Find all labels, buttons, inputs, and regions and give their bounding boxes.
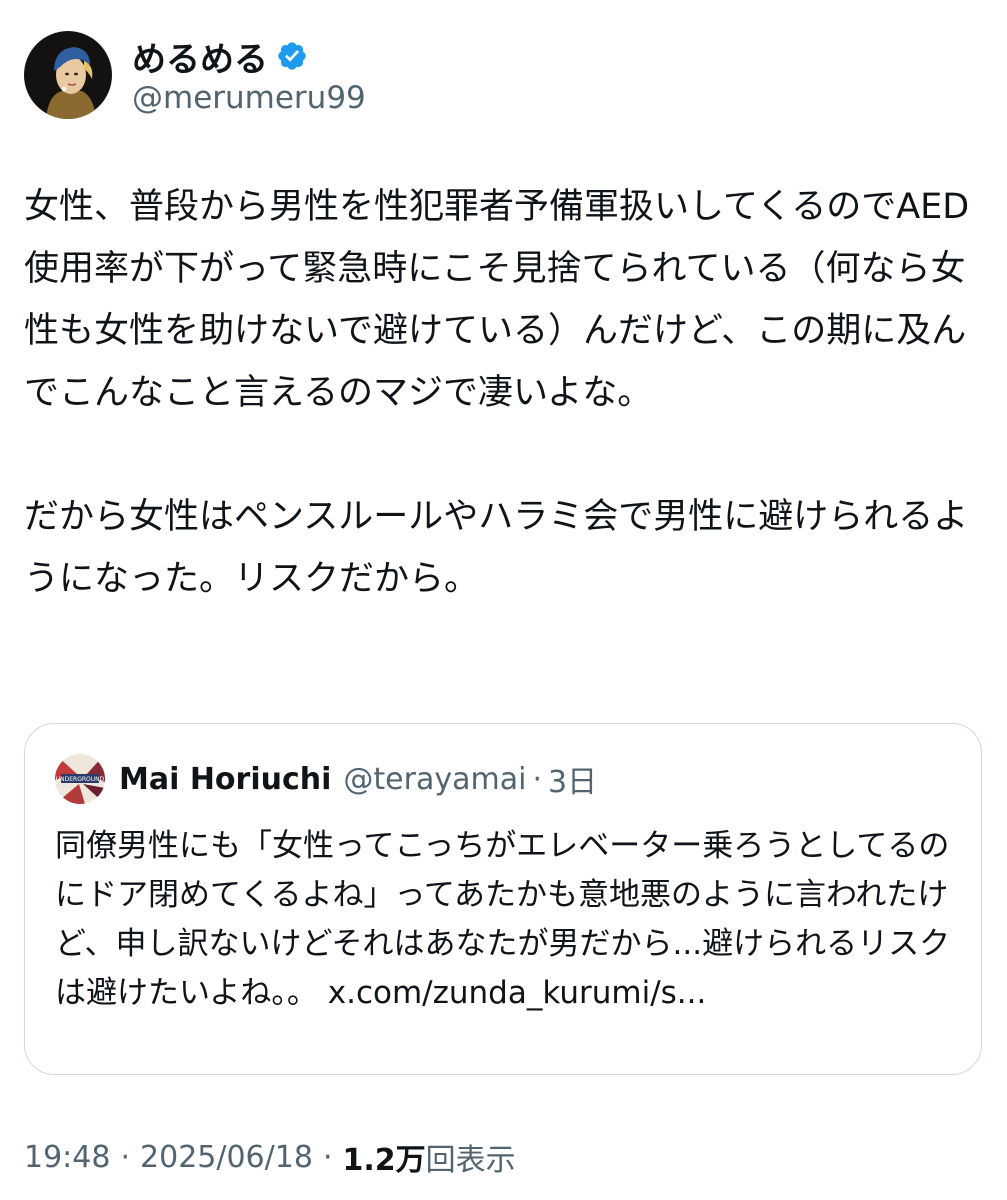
quoted-author-avatar[interactable]: UNDERGROUND bbox=[55, 754, 105, 804]
views-label: 回表示 bbox=[425, 1143, 516, 1178]
author-display-name[interactable]: めるめる bbox=[132, 32, 268, 81]
tweet-date[interactable]: 2025/06/18 bbox=[140, 1140, 313, 1175]
quoted-timestamp[interactable]: 3日 bbox=[548, 757, 597, 801]
tweet-header: めるめる @merumeru99 bbox=[24, 30, 366, 120]
verified-badge-icon[interactable] bbox=[276, 40, 308, 72]
quoted-tweet-text: 同僚男性にも「女性ってこっちがエレベーター乗ろうとしてるのにドア閉めてくるよね」… bbox=[55, 822, 955, 1018]
quoted-link[interactable]: x.com/zunda_kurumi/s... bbox=[328, 975, 707, 1011]
quoted-separator: · bbox=[532, 761, 542, 797]
tweet-paragraph: 女性、普段から男性を性犯罪者予備軍扱いしてくるのでAED使用率が下がって緊急時に… bbox=[24, 187, 970, 413]
quoted-author-name[interactable]: Mai Horiuchi bbox=[119, 762, 331, 797]
tweet-text: 女性、普段から男性を性犯罪者予備軍扱いしてくるのでAED使用率が下がって緊急時に… bbox=[24, 176, 984, 610]
display-name-row: めるめる bbox=[132, 32, 366, 81]
tweet-time[interactable]: 19:48 bbox=[24, 1140, 110, 1175]
views-count: 1.2万 bbox=[342, 1143, 426, 1178]
author-names: めるめる @merumeru99 bbox=[132, 32, 366, 117]
quoted-author-handle[interactable]: @terayamai bbox=[343, 762, 526, 797]
meta-separator: · bbox=[322, 1139, 333, 1175]
meta-separator: · bbox=[120, 1139, 131, 1175]
quoted-tweet-header: UNDERGROUND Mai Horiuchi @terayamai · 3日 bbox=[55, 752, 597, 806]
tweet-meta: 19:48 · 2025/06/18 · 1.2万 回表示 bbox=[24, 1132, 516, 1182]
quoted-avatar-label: UNDERGROUND bbox=[56, 776, 105, 783]
author-handle[interactable]: @merumeru99 bbox=[132, 80, 366, 116]
author-avatar[interactable] bbox=[24, 31, 112, 119]
quoted-tweet-card[interactable]: UNDERGROUND Mai Horiuchi @terayamai · 3日… bbox=[24, 723, 982, 1075]
tweet-paragraph: だから女性はペンスルールやハラミ会で男性に避けられるようになった。リスクだから。 bbox=[24, 497, 969, 599]
